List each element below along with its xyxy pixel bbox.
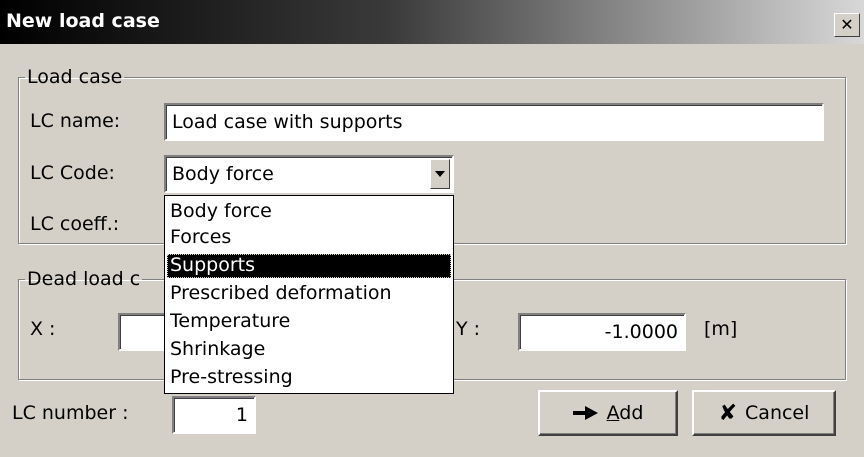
lc-number-label: LC number : — [12, 402, 129, 424]
dialog-title: New load case — [6, 10, 160, 32]
add-button[interactable]: Add — [538, 390, 678, 436]
arrow-right-icon — [572, 406, 599, 420]
dropdown-option-pre-stressing[interactable]: Pre-stressing — [167, 366, 451, 390]
new-load-case-dialog: New load case ✕ Load case LC name: Load … — [0, 0, 864, 457]
dropdown-option-temperature[interactable]: Temperature — [167, 310, 451, 334]
lc-code-dropdown-list[interactable]: Body force Forces Supports Prescribed de… — [164, 195, 454, 394]
x-label: X : — [30, 318, 56, 340]
dropdown-option-body-force[interactable]: Body force — [167, 200, 451, 224]
cancel-button[interactable]: ✘ Cancel — [692, 390, 836, 436]
y-value: -1.0000 — [604, 321, 678, 343]
lc-name-label: LC name: — [30, 110, 121, 132]
y-input[interactable]: -1.0000 — [518, 313, 686, 351]
lc-number-input[interactable]: 1 — [172, 396, 256, 434]
lc-number-value: 1 — [235, 404, 248, 426]
dropdown-option-supports[interactable]: Supports — [167, 254, 451, 278]
cancel-button-label: Cancel — [745, 402, 810, 424]
lc-name-value: Load case with supports — [172, 111, 403, 133]
chevron-down-icon[interactable] — [430, 159, 450, 189]
cancel-x-icon: ✘ — [718, 400, 738, 426]
close-icon: ✕ — [840, 15, 854, 34]
dropdown-option-prescribed-deformation[interactable]: Prescribed deformation — [167, 282, 451, 306]
close-button[interactable]: ✕ — [834, 13, 860, 37]
dead-load-legend: Dead load c — [27, 268, 141, 290]
y-label: Y : — [456, 318, 481, 340]
y-unit: [m] — [704, 318, 738, 340]
add-button-label: Add — [606, 402, 644, 424]
lc-code-value: Body force — [172, 163, 274, 185]
lc-code-label: LC Code: — [30, 162, 115, 184]
dropdown-option-forces[interactable]: Forces — [167, 226, 451, 250]
lc-name-input[interactable]: Load case with supports — [164, 103, 824, 141]
lc-coeff-label: LC coeff.: — [30, 213, 120, 235]
lc-code-select[interactable]: Body force — [164, 155, 454, 193]
title-bar[interactable]: New load case ✕ — [0, 0, 864, 44]
dropdown-option-shrinkage[interactable]: Shrinkage — [167, 338, 451, 362]
load-case-legend: Load case — [27, 66, 123, 88]
